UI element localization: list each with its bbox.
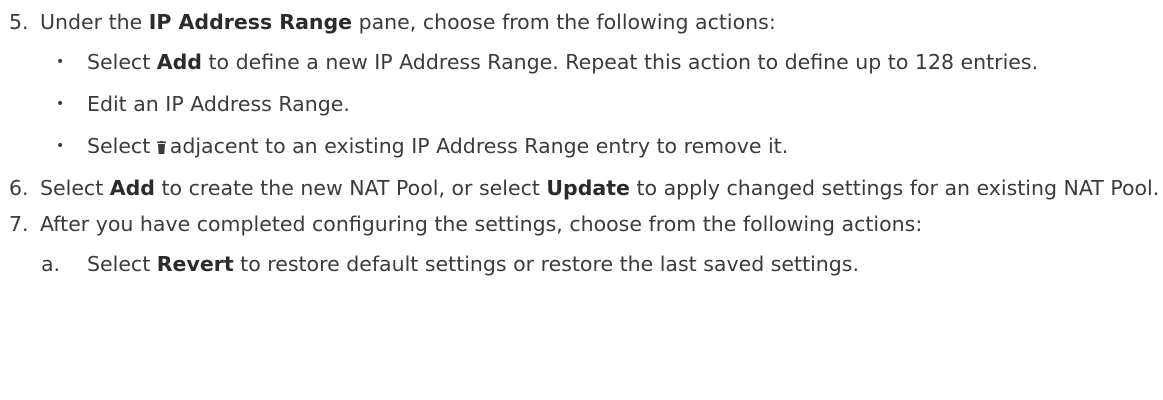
step-text: After you have completed configuring the… <box>40 212 923 236</box>
bullet: • <box>56 138 65 154</box>
add-term: Add <box>156 50 202 74</box>
document-body: 5. Under the IP Address Range pane, choo… <box>0 0 1163 282</box>
step-7: 7. After you have completed configuring … <box>0 206 1163 282</box>
list-item: a. Select Revert to restore default sett… <box>40 246 1163 282</box>
step-number: 6. <box>9 176 29 200</box>
add-term: Add <box>109 176 155 200</box>
letter-marker: a. <box>41 252 61 276</box>
lettered-list: a. Select Revert to restore default sett… <box>40 246 1163 282</box>
step-6: 6. Select Add to create the new NAT Pool… <box>0 170 1163 206</box>
list-item: • Select Add to define a new IP Address … <box>40 44 1163 80</box>
bullet: • <box>56 54 65 70</box>
step-5: 5. Under the IP Address Range pane, choo… <box>0 4 1163 164</box>
list-item: • Edit an IP Address Range. <box>40 86 1163 122</box>
update-term: Update <box>546 176 630 200</box>
bullet-list: • Select Add to define a new IP Address … <box>40 44 1163 164</box>
step-text: Under the IP Address Range pane, choose … <box>40 10 776 34</box>
step-text: Select Add to create the new NAT Pool, o… <box>40 176 1160 200</box>
bullet: • <box>56 96 65 112</box>
revert-term: Revert <box>156 252 234 276</box>
list-item: • Select adjacent to an existing IP Addr… <box>40 128 1163 164</box>
step-number: 7. <box>9 212 29 236</box>
trash-icon <box>156 141 166 154</box>
ip-address-range-term: IP Address Range <box>148 10 353 34</box>
step-number: 5. <box>9 10 29 34</box>
